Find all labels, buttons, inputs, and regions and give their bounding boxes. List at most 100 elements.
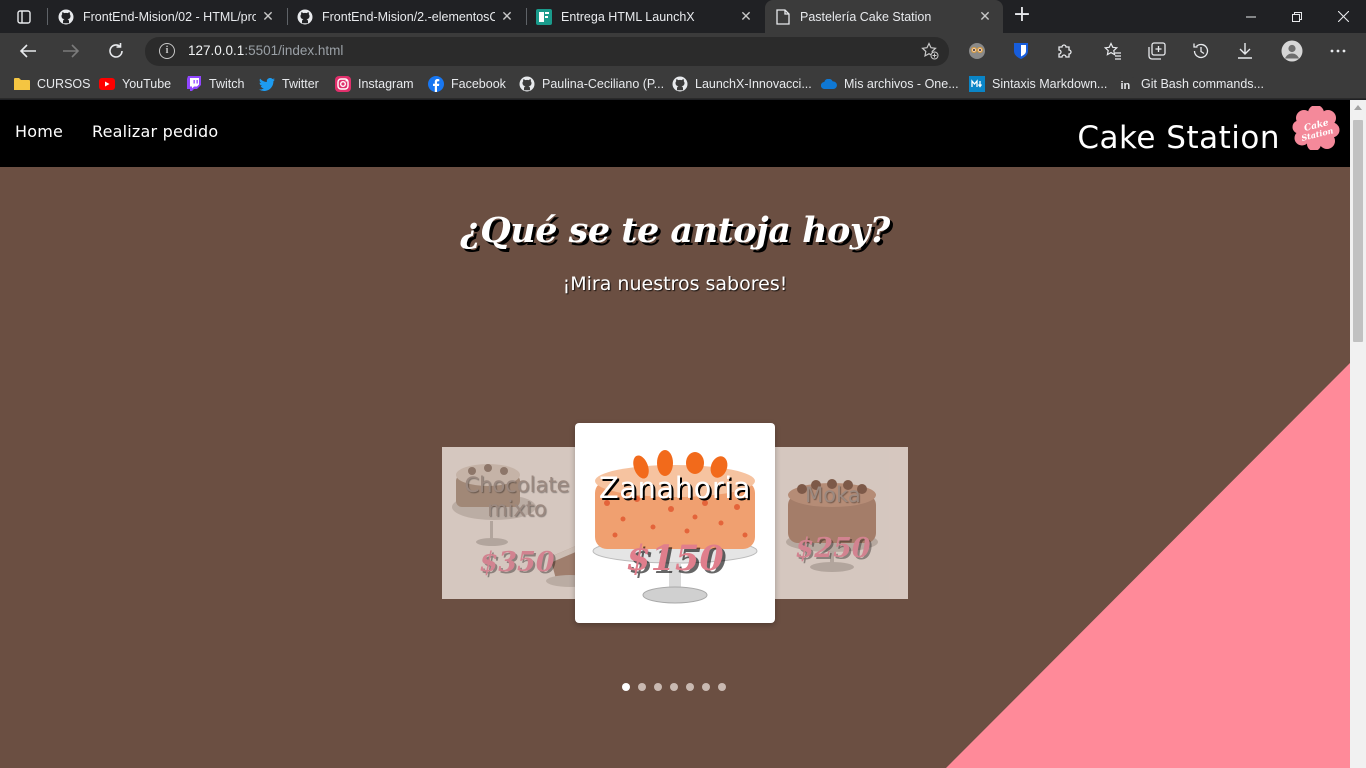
site-navigation-bar: Home Realizar pedido Cake Station Cake S…	[0, 100, 1350, 167]
page-viewport: Home Realizar pedido Cake Station Cake S…	[0, 100, 1350, 768]
bitwarden-shield-icon[interactable]	[1008, 38, 1034, 64]
back-arrow-icon[interactable]	[13, 37, 43, 65]
carousel-dot[interactable]	[654, 683, 662, 691]
bookmark-markdown[interactable]: Sintaxis Markdown...	[969, 75, 1107, 93]
bookmark-youtube[interactable]: YouTube	[99, 75, 171, 93]
bookmark-label: Sintaxis Markdown...	[992, 77, 1108, 91]
nav-link-realizar-pedido[interactable]: Realizar pedido	[92, 122, 218, 141]
bookmark-github-launchx[interactable]: LaunchX-Innovacci...	[672, 75, 812, 93]
tab-actions-icon[interactable]	[11, 6, 37, 28]
carousel-card-zanahoria[interactable]: Zanahoria $150	[575, 423, 775, 623]
page-icon	[775, 8, 791, 25]
tab-title: FrontEnd-Mision/02 - HTML/pro	[83, 9, 256, 24]
github-icon	[297, 9, 313, 25]
minimize-icon[interactable]	[1228, 0, 1274, 33]
extension-face-icon[interactable]	[964, 38, 990, 64]
twitch-icon	[186, 76, 202, 92]
bookmark-cursos[interactable]: CURSOS	[14, 75, 90, 93]
tab-title: FrontEnd-Mision/2.-elementosCo	[322, 9, 495, 24]
more-options-icon[interactable]	[1325, 38, 1351, 64]
carousel-dot[interactable]	[718, 683, 726, 691]
address-bar[interactable]: i 127.0.0.1:5501/index.html	[145, 37, 949, 66]
history-icon[interactable]	[1188, 38, 1214, 64]
carousel-indicators	[622, 683, 734, 691]
linkedin-icon: in	[1118, 76, 1134, 92]
carousel-dot[interactable]	[622, 683, 630, 691]
onedrive-icon	[821, 76, 837, 92]
bookmark-instagram[interactable]: Instagram	[335, 75, 414, 93]
page-scrollbar[interactable]	[1350, 100, 1366, 768]
new-tab-button[interactable]: +	[1010, 4, 1034, 28]
carousel-card-chocolate-mixto[interactable]: Chocolate mixto $350	[442, 447, 592, 599]
cake-price: $350	[479, 547, 555, 578]
nav-link-home[interactable]: Home	[15, 122, 63, 141]
close-tab-icon[interactable]: ✕	[256, 8, 280, 25]
carousel-dot[interactable]	[670, 683, 678, 691]
tab-title: Entrega HTML LaunchX	[561, 9, 695, 24]
forms-icon	[536, 8, 552, 25]
bookmarks-bar: CURSOS YouTube Twitch Twitter Instagram …	[0, 69, 1366, 99]
pink-triangle-decoration	[946, 363, 1350, 768]
carousel-card-moka[interactable]: Moka $250	[758, 447, 908, 599]
collections-icon[interactable]	[1144, 38, 1170, 64]
add-favorite-icon[interactable]	[921, 42, 939, 60]
brand-name: Cake Station	[1077, 120, 1280, 156]
bookmark-git-bash[interactable]: in Git Bash commands...	[1118, 75, 1264, 93]
bookmark-label: YouTube	[122, 77, 172, 91]
youtube-icon	[99, 76, 115, 92]
scrollbar-thumb[interactable]	[1353, 120, 1363, 342]
cake-station-logo[interactable]: Cake Station	[1292, 106, 1340, 150]
browser-tab-bar: FrontEnd-Mision/02 - HTML/pro ✕ FrontEnd…	[0, 0, 1366, 33]
profile-avatar-icon[interactable]	[1279, 38, 1305, 64]
close-window-icon[interactable]	[1320, 0, 1366, 33]
instagram-icon	[335, 76, 351, 92]
carousel-dot[interactable]	[686, 683, 694, 691]
bookmark-label: Mis archivos - One...	[844, 77, 959, 91]
download-icon[interactable]	[1232, 38, 1258, 64]
cake-price: $250	[795, 533, 871, 564]
browser-toolbar: i 127.0.0.1:5501/index.html	[0, 33, 1366, 69]
bookmark-label: Instagram	[358, 77, 414, 91]
cake-name: Zanahoria	[598, 471, 752, 505]
scroll-up-arrow-icon[interactable]	[1354, 105, 1362, 110]
tab-launchx-form[interactable]: Entrega HTML LaunchX ✕	[526, 0, 764, 33]
close-tab-icon[interactable]: ✕	[734, 8, 758, 25]
extensions-puzzle-icon[interactable]	[1052, 38, 1078, 64]
moka-cake-image	[786, 479, 878, 572]
bookmark-label: Facebook	[451, 77, 506, 91]
hero-subtitle: ¡Mira nuestros sabores!	[562, 273, 788, 295]
bookmark-label: Git Bash commands...	[1141, 77, 1264, 91]
bookmark-label: Twitter	[282, 77, 319, 91]
github-icon	[672, 76, 688, 92]
bookmark-facebook[interactable]: Facebook	[428, 75, 506, 93]
facebook-icon	[428, 76, 444, 92]
tab-cake-station[interactable]: Pastelería Cake Station ✕	[765, 0, 1003, 33]
tab-github-2[interactable]: FrontEnd-Mision/2.-elementosCo ✕	[287, 0, 525, 33]
close-tab-icon[interactable]: ✕	[495, 8, 519, 25]
close-tab-icon[interactable]: ✕	[973, 8, 997, 25]
folder-icon	[14, 76, 30, 92]
twitter-icon	[259, 76, 275, 92]
favorites-star-icon[interactable]	[1100, 38, 1126, 64]
bookmark-twitch[interactable]: Twitch	[186, 75, 244, 93]
markdown-icon	[969, 76, 985, 92]
carousel-dot[interactable]	[638, 683, 646, 691]
bookmark-onedrive[interactable]: Mis archivos - One...	[821, 75, 959, 93]
github-icon	[58, 9, 74, 25]
bookmark-label: LaunchX-Innovacci...	[695, 77, 812, 91]
bookmark-label: CURSOS	[37, 77, 91, 91]
hero-title: ¿Qué se te antoja hoy?	[460, 210, 890, 251]
bookmark-twitter[interactable]: Twitter	[259, 75, 319, 93]
restore-icon[interactable]	[1274, 0, 1320, 33]
tab-github-1[interactable]: FrontEnd-Mision/02 - HTML/pro ✕	[48, 0, 286, 33]
tab-title: Pastelería Cake Station	[800, 9, 932, 24]
carrot-cake-image	[592, 450, 758, 604]
reload-icon[interactable]	[101, 37, 131, 65]
url-text: 127.0.0.1:5501/index.html	[188, 43, 344, 58]
forward-arrow-icon[interactable]	[56, 37, 86, 65]
carousel-dot[interactable]	[702, 683, 710, 691]
bookmark-github-paulina[interactable]: Paulina-Ceciliano (P...	[519, 75, 664, 93]
cake-name: Chocolate mixto	[464, 473, 570, 521]
site-info-icon[interactable]: i	[159, 43, 175, 59]
svg-text:in: in	[1120, 80, 1130, 92]
